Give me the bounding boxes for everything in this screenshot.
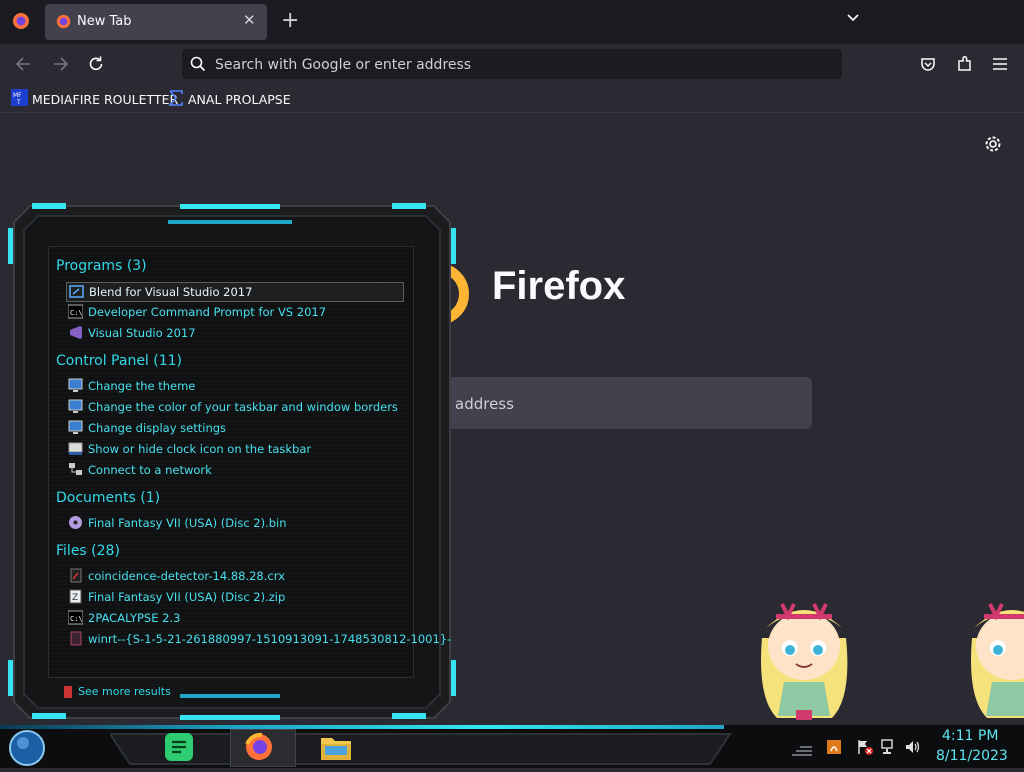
- java-update-icon[interactable]: [826, 739, 842, 759]
- cartoon-character-image: [962, 598, 1024, 728]
- bookmark-mediafire-rouletter[interactable]: MEDIAFIRE ROULETTER: [32, 92, 178, 107]
- section-heading-documents: Documents (1): [56, 490, 161, 506]
- display-settings-icon: [68, 399, 83, 414]
- network-status-icon[interactable]: [880, 739, 898, 759]
- firefox-icon: [244, 732, 274, 766]
- taskbar-accent-strip: [0, 725, 724, 729]
- extension-file-icon: [68, 568, 83, 583]
- command-prompt-icon: C:\: [67, 304, 84, 319]
- show-hidden-icons-icon[interactable]: [790, 742, 814, 761]
- tab-firefox-icon: [56, 14, 71, 33]
- section-heading-files: Files (28): [56, 543, 120, 559]
- search-icon: [190, 56, 206, 76]
- visual-studio-icon: [68, 325, 83, 340]
- disc-image-icon: [68, 515, 83, 530]
- taskbar-icon: [68, 441, 83, 456]
- firefox-view-icon[interactable]: [12, 12, 30, 34]
- menu-icon[interactable]: [992, 56, 1008, 76]
- result-item[interactable]: C:\ 2PACALYPSE 2.3: [66, 609, 402, 627]
- result-item[interactable]: C:\ Developer Command Prompt for VS 2017: [66, 303, 402, 321]
- result-item[interactable]: winrt--{S-1-5-21-261880997-1510913091-17…: [66, 630, 451, 648]
- start-button[interactable]: [8, 729, 46, 771]
- forward-button[interactable]: [50, 55, 70, 77]
- see-more-results-link[interactable]: See more results: [78, 685, 171, 698]
- action-center-icon[interactable]: [856, 739, 874, 759]
- result-item[interactable]: Show or hide clock icon on the taskbar: [66, 440, 402, 458]
- cartoon-character-image: [752, 598, 856, 728]
- file-icon: [68, 631, 83, 646]
- firefox-wordmark: Firefox: [492, 264, 626, 308]
- svg-text:MF: MF: [13, 92, 22, 99]
- bookmark-anal-prolapse[interactable]: ANAL PROLAPSE: [188, 92, 291, 107]
- new-tab-button[interactable]: +: [281, 8, 299, 33]
- newtab-search-placeholder: address: [455, 395, 514, 413]
- result-item[interactable]: coincidence-detector-14.88.28.crx: [66, 567, 402, 585]
- chevron-down-icon[interactable]: [845, 10, 861, 30]
- extensions-icon[interactable]: [956, 55, 974, 77]
- tab-title: New Tab: [77, 14, 132, 29]
- display-settings-icon: [68, 378, 83, 393]
- close-icon[interactable]: ✕: [243, 11, 256, 29]
- url-placeholder: Search with Google or enter address: [215, 57, 472, 73]
- svg-text:Z: Z: [72, 593, 78, 603]
- sigma-icon: [168, 90, 184, 110]
- result-item[interactable]: Change the theme: [66, 377, 402, 395]
- svg-text:C:\: C:\: [70, 309, 83, 317]
- result-item[interactable]: Z Final Fantasy VII (USA) (Disc 2).zip: [66, 588, 402, 606]
- command-prompt-icon: C:\: [67, 610, 84, 625]
- svg-text:C:\: C:\: [70, 615, 83, 623]
- file-explorer-icon[interactable]: [320, 733, 352, 765]
- clock-time[interactable]: 4:11 PM: [942, 728, 998, 744]
- result-item[interactable]: Change the color of your taskbar and win…: [66, 398, 402, 416]
- gear-icon[interactable]: [984, 135, 1002, 157]
- search-results-icon: [62, 684, 74, 703]
- reload-button[interactable]: [87, 55, 105, 77]
- notes-app-icon[interactable]: [164, 732, 194, 766]
- clock-date[interactable]: 8/11/2023: [936, 748, 1008, 764]
- result-item[interactable]: Change display settings: [66, 419, 402, 437]
- section-heading-programs: Programs (3): [56, 258, 147, 274]
- zip-file-icon: Z: [68, 589, 83, 604]
- result-item[interactable]: Visual Studio 2017: [66, 324, 402, 342]
- taskbar-frame: [108, 730, 740, 772]
- volume-icon[interactable]: [904, 739, 922, 759]
- back-button[interactable]: [14, 55, 34, 77]
- result-item[interactable]: Blend for Visual Studio 2017: [66, 282, 404, 302]
- blend-icon: [69, 284, 84, 299]
- result-item[interactable]: Final Fantasy VII (USA) (Disc 2).bin: [66, 514, 402, 532]
- svg-text:T: T: [16, 99, 21, 106]
- pocket-icon[interactable]: [920, 56, 936, 76]
- display-settings-icon: [68, 420, 83, 435]
- network-icon: [68, 462, 83, 477]
- result-item[interactable]: Connect to a network: [66, 461, 402, 479]
- section-heading-control-panel: Control Panel (11): [56, 353, 183, 369]
- mediafire-icon: MF T: [11, 89, 28, 106]
